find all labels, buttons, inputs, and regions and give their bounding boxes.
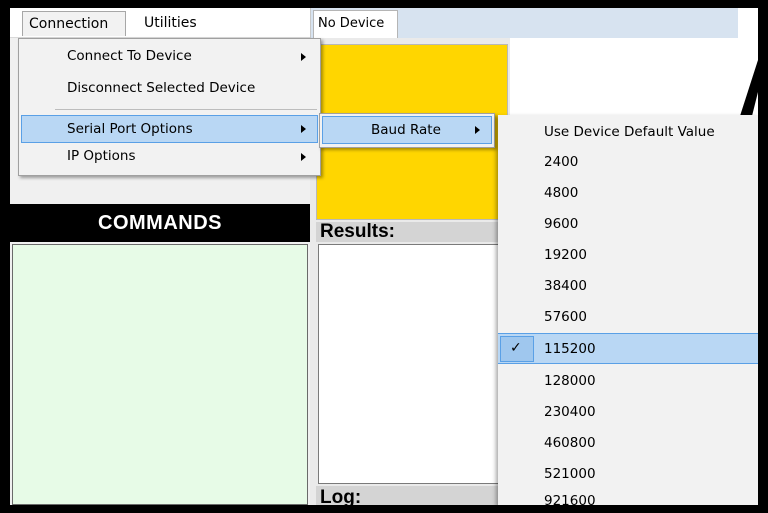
baud-option-57600[interactable]: 57600 — [498, 302, 758, 333]
baud-option-38400[interactable]: 38400 — [498, 271, 758, 302]
menu-separator — [55, 109, 317, 110]
submenu-arrow-icon — [301, 153, 306, 161]
tab-no-device[interactable]: No Device — [313, 10, 398, 38]
menu-utilities[interactable]: Utilities — [138, 11, 203, 36]
menu-connection[interactable]: Connection — [22, 11, 126, 36]
baud-option-label: 4800 — [544, 185, 579, 201]
baud-option-label: 115200 — [544, 341, 596, 357]
baud-option-921600[interactable]: 921600 — [498, 486, 758, 505]
menu-item-label: Baud Rate — [371, 122, 441, 138]
baud-option-label: 921600 — [544, 493, 596, 505]
baud-option-label: 230400 — [544, 404, 596, 420]
baud-option-19200[interactable]: 19200 — [498, 240, 758, 271]
baud-option-label: 9600 — [544, 216, 579, 232]
checkmark-icon: ✓ — [500, 336, 534, 362]
menu-item-baud-rate[interactable]: Baud Rate — [322, 116, 492, 144]
menu-item-disconnect-device[interactable]: Disconnect Selected Device — [21, 75, 318, 103]
baud-option-4800[interactable]: 4800 — [498, 178, 758, 209]
window-frame-top — [0, 0, 768, 8]
menu-item-ip-options[interactable]: IP Options — [21, 143, 318, 171]
baud-rate-menu: Use Device Default Value 2400 4800 9600 … — [498, 115, 758, 505]
baud-option-2400[interactable]: 2400 — [498, 147, 758, 178]
menubar: Connection Utilities — [10, 8, 310, 38]
menu-item-label: Disconnect Selected Device — [67, 80, 256, 96]
center-panel: No Device Results: Log: — [310, 8, 738, 505]
baud-option-label: 128000 — [544, 373, 596, 389]
baud-option-label: Use Device Default Value — [544, 124, 715, 140]
connection-menu: Connect To Device Disconnect Selected De… — [18, 38, 321, 176]
results-label: Results: — [316, 222, 508, 242]
results-box[interactable] — [318, 244, 508, 484]
baud-option-230400[interactable]: 230400 — [498, 397, 758, 428]
window-frame-bottom — [0, 505, 768, 513]
window-frame-right — [758, 0, 768, 513]
serial-port-submenu: Baud Rate — [319, 113, 495, 148]
commands-header: COMMANDS — [10, 204, 310, 242]
submenu-arrow-icon — [301, 125, 306, 133]
app-window: Connection Utilities COMMANDS No Device … — [10, 8, 758, 505]
baud-option-label: 57600 — [544, 309, 587, 325]
log-label: Log: — [316, 486, 508, 505]
partial-glyph-icon — [740, 60, 758, 116]
menu-item-connect-to-device[interactable]: Connect To Device — [21, 43, 318, 71]
submenu-arrow-icon — [301, 53, 306, 61]
baud-option-128000[interactable]: 128000 — [498, 366, 758, 397]
menu-item-serial-port-options[interactable]: Serial Port Options — [21, 115, 318, 143]
baud-option-label: 460800 — [544, 435, 596, 451]
baud-option-label: 38400 — [544, 278, 587, 294]
baud-option-label: 2400 — [544, 154, 579, 170]
window-frame-left — [0, 0, 10, 513]
commands-list[interactable] — [12, 244, 308, 505]
baud-option-default[interactable]: Use Device Default Value — [498, 117, 758, 148]
baud-option-label: 521000 — [544, 466, 596, 482]
menu-item-label: Connect To Device — [67, 48, 192, 64]
menu-item-label: IP Options — [67, 148, 136, 164]
submenu-arrow-icon — [475, 126, 480, 134]
baud-option-115200[interactable]: ✓ 115200 — [498, 333, 758, 364]
baud-option-9600[interactable]: 9600 — [498, 209, 758, 240]
device-tabstrip: No Device — [310, 8, 738, 38]
baud-option-460800[interactable]: 460800 — [498, 428, 758, 459]
baud-option-label: 19200 — [544, 247, 587, 263]
menu-item-label: Serial Port Options — [67, 121, 193, 137]
